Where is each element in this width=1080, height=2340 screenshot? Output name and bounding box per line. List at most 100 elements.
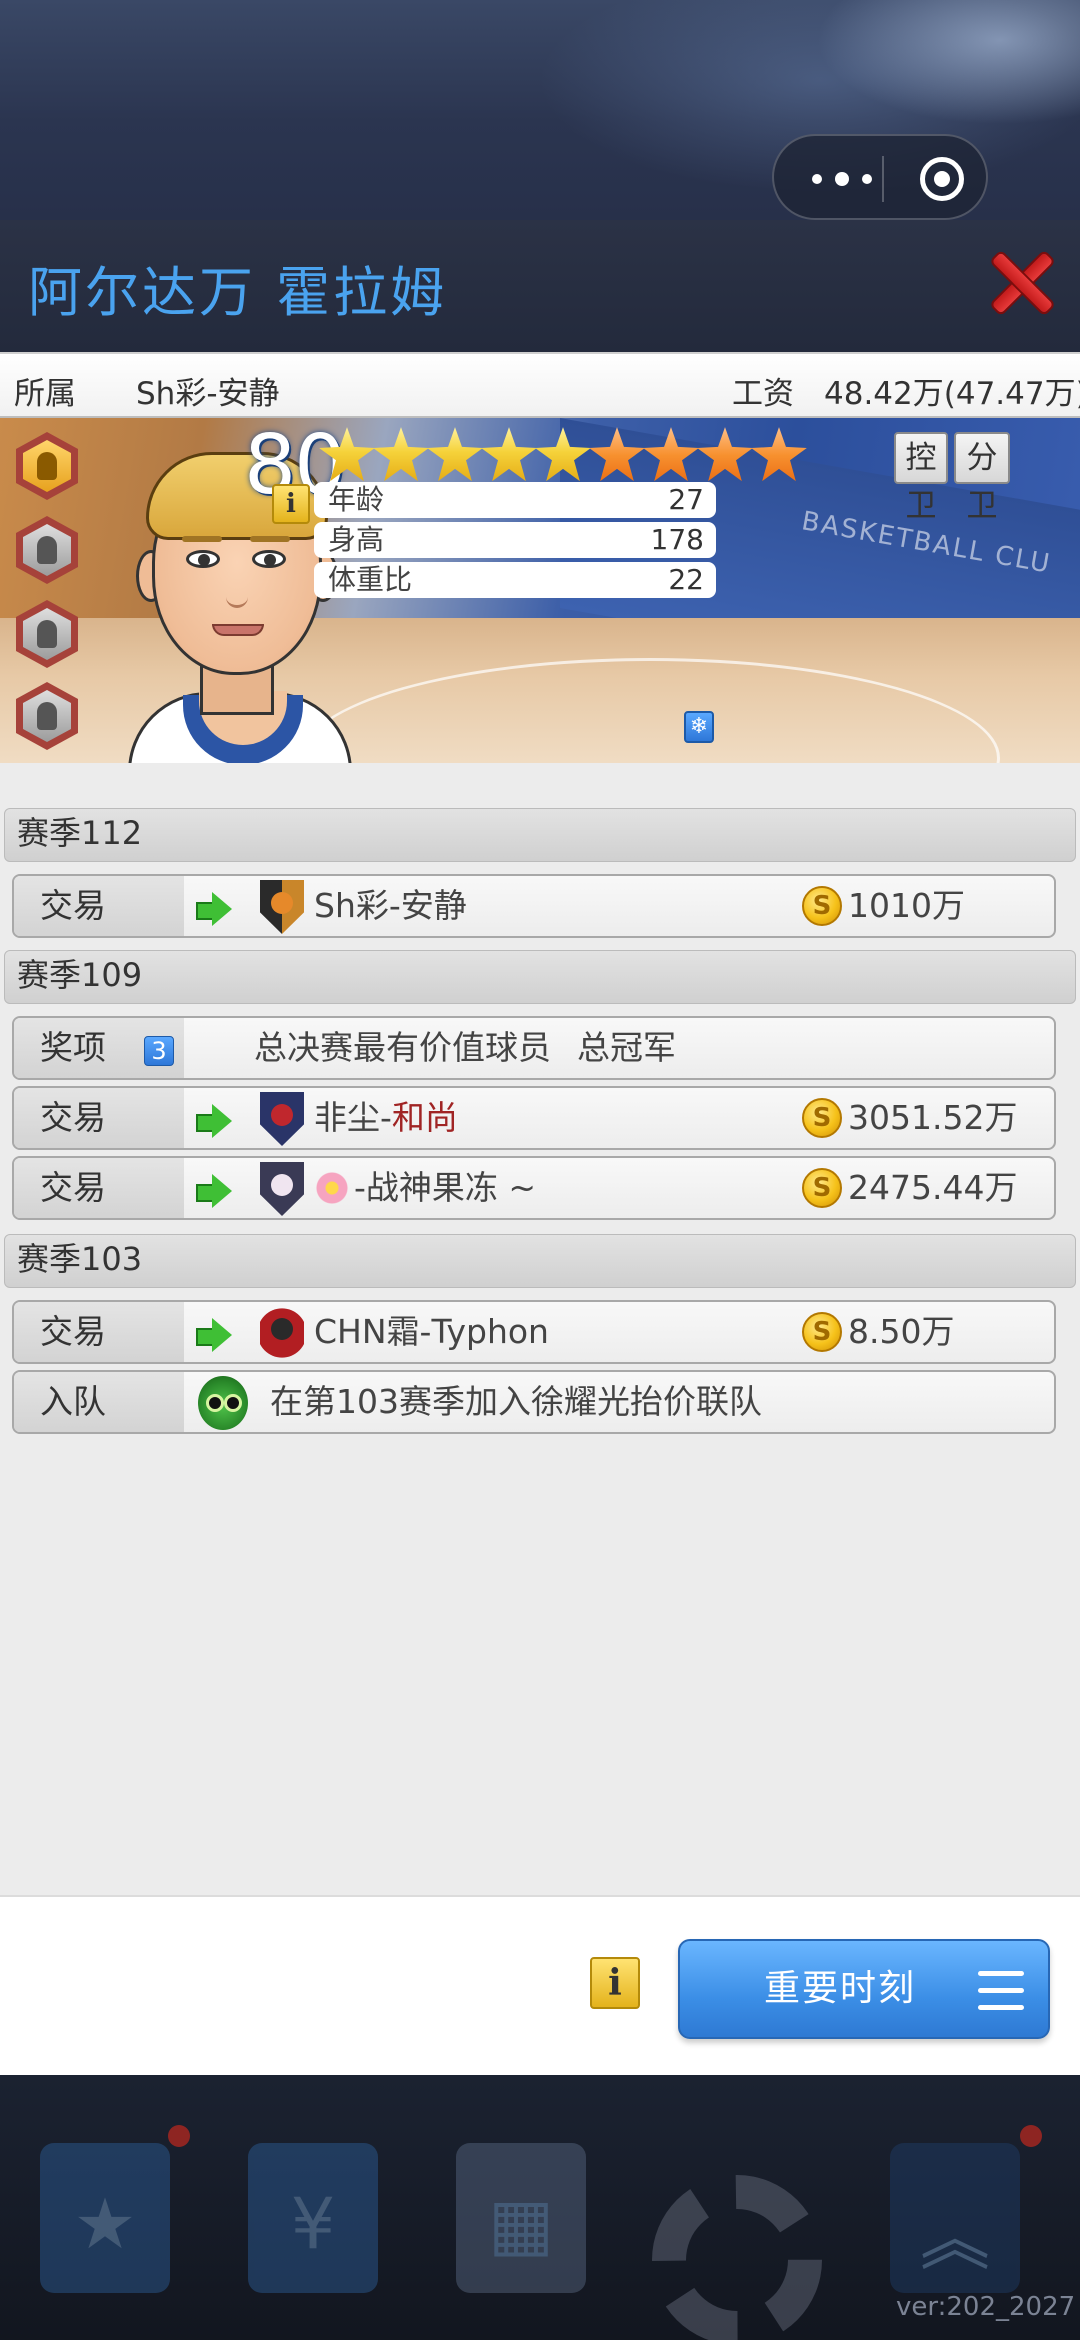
season-header: 赛季109: [4, 950, 1076, 1004]
star-orange-icon: [589, 427, 645, 482]
key-moments-label: 重要时刻: [764, 1968, 917, 2009]
award-count-badge: 3: [144, 1036, 174, 1066]
history-row-trade[interactable]: 交易 Sh彩-安静 S 1010万: [12, 874, 1056, 938]
history-row-trade[interactable]: 交易 CHN霜-Typhon S 8.50万: [12, 1300, 1056, 1364]
team-crest-icon: [260, 880, 304, 934]
trade-amount: 1010万: [848, 886, 965, 925]
event-type: 交易: [14, 876, 184, 936]
award-name: 总冠军: [577, 1028, 676, 1067]
stat-value: 22: [668, 563, 704, 596]
award-name: 总决赛最有价值球员: [254, 1028, 551, 1067]
coin-icon: S: [802, 1098, 842, 1138]
team-label: 所属: [14, 376, 76, 412]
gear-icon[interactable]: [652, 2175, 822, 2340]
salary-label: 工资: [732, 376, 794, 412]
coin-icon: S: [802, 1312, 842, 1352]
event-type: 入队: [14, 1372, 184, 1432]
team-crest-icon: [260, 1162, 304, 1216]
hamburger-menu-icon: [978, 1971, 1024, 2011]
chevron-up-icon: ︽: [920, 2198, 990, 2280]
sakura-icon: [316, 1172, 348, 1204]
trade-amount: 8.50万: [848, 1312, 955, 1351]
trade-amount: 3051.52万: [848, 1098, 1018, 1137]
team-crest-icon: [260, 1308, 304, 1358]
skill-badge-icon[interactable]: [16, 682, 78, 750]
position-tag: 分卫: [954, 432, 1010, 524]
arrow-right-icon: [196, 892, 232, 926]
close-icon[interactable]: [990, 250, 1054, 314]
star-rating: [318, 426, 807, 488]
player-name: 阿尔达万 霍拉姆: [28, 261, 448, 324]
history-row-trade[interactable]: 交易 非尘-和尚 S 3051.52万: [12, 1086, 1056, 1150]
salary-value: 48.42万(47.47万): [824, 376, 1080, 412]
team-value: Sh彩-安静: [136, 376, 280, 412]
event-type: 交易: [14, 1302, 184, 1362]
coin-icon: S: [802, 1168, 842, 1208]
trade-amount: 2475.44万: [848, 1168, 1018, 1207]
star-icon: ★: [73, 2183, 137, 2265]
event-type: 交易: [14, 1088, 184, 1148]
team-name: CHN霜-Typhon: [314, 1312, 549, 1351]
season-header: 赛季112: [4, 808, 1076, 862]
stat-label: 年龄: [328, 483, 385, 516]
key-moments-button[interactable]: 重要时刻: [678, 1939, 1050, 2039]
skill-badges: [16, 432, 80, 752]
stat-label: 体重比: [328, 563, 413, 596]
nav-money[interactable]: ¥: [228, 2123, 398, 2313]
capsule-divider: [882, 156, 884, 202]
star-gold-icon: [481, 427, 537, 482]
nav-team[interactable]: ▦: [436, 2123, 606, 2313]
target-circle-icon[interactable]: [920, 157, 964, 201]
skill-badge-icon[interactable]: [16, 600, 78, 668]
nav-star[interactable]: ★: [20, 2123, 190, 2313]
stat-row-height: 身高 178: [314, 522, 716, 558]
arrow-right-icon: [196, 1318, 232, 1352]
coin-icon: S: [802, 886, 842, 926]
arrow-right-icon: [196, 1174, 232, 1208]
star-orange-icon: [643, 427, 699, 482]
join-text: 在第103赛季加入徐耀光抬价联队: [270, 1382, 762, 1421]
history-row-trade[interactable]: 交易 -战神果冻 ~ S 2475.44万: [12, 1156, 1056, 1220]
history-row-join[interactable]: 入队 在第103赛季加入徐耀光抬价联队: [12, 1370, 1056, 1434]
more-dots-icon[interactable]: [812, 166, 872, 192]
nav-upgrade[interactable]: ︽: [870, 2123, 1040, 2313]
snowflake-icon[interactable]: ❄: [684, 711, 714, 743]
event-type: 交易: [14, 1158, 184, 1218]
panel-footer: i 重要时刻: [0, 1895, 1080, 2075]
team-icon: ▦: [487, 2183, 555, 2265]
player-card: BASKETBALL CLU 80 控卫 分卫 i 年龄 27 身高 178 体…: [0, 418, 1080, 763]
stat-value: 178: [650, 523, 704, 556]
version-label: ver:202_2027: [896, 2292, 1076, 2322]
stat-value: 27: [668, 483, 704, 516]
stat-row-weight-ratio: 体重比 22: [314, 562, 716, 598]
award-list: 总决赛最有价值球员 总冠军: [254, 1018, 702, 1078]
team-crest-icon: [260, 1092, 304, 1146]
star-orange-icon: [697, 427, 753, 482]
notification-dot: [1020, 2125, 1042, 2147]
star-gold-icon: [373, 427, 429, 482]
team-name: -战神果冻 ~: [354, 1168, 537, 1207]
star-gold-icon: [535, 427, 591, 482]
stat-row-age: 年龄 27: [314, 482, 716, 518]
star-orange-icon: [751, 427, 807, 482]
title-bar: 阿尔达万 霍拉姆: [0, 220, 1080, 352]
skill-badge-icon[interactable]: [16, 432, 78, 500]
team-name: Sh彩-安静: [314, 886, 467, 925]
player-info-bar: 所属 Sh彩-安静 工资 48.42万(47.47万): [0, 352, 1080, 418]
owl-crest-icon: [198, 1376, 248, 1430]
position-tag: 控卫: [894, 432, 948, 524]
player-detail-panel: 阿尔达万 霍拉姆 所属 Sh彩-安静 工资 48.42万(47.47万) BAS…: [0, 220, 1080, 2075]
stat-label: 身高: [328, 523, 385, 556]
info-icon[interactable]: i: [590, 1957, 640, 2009]
notification-dot: [168, 2125, 190, 2147]
info-icon[interactable]: i: [272, 484, 310, 524]
yen-icon: ¥: [290, 2183, 336, 2265]
skill-badge-icon[interactable]: [16, 516, 78, 584]
team-name: 非尘-和尚: [314, 1098, 458, 1137]
miniprogram-capsule: [772, 134, 988, 220]
star-gold-icon: [427, 427, 483, 482]
history-row-award[interactable]: 奖项 3 总决赛最有价值球员 总冠军: [12, 1016, 1056, 1080]
season-header: 赛季103: [4, 1234, 1076, 1288]
arrow-right-icon: [196, 1104, 232, 1138]
star-gold-icon: [319, 427, 375, 482]
